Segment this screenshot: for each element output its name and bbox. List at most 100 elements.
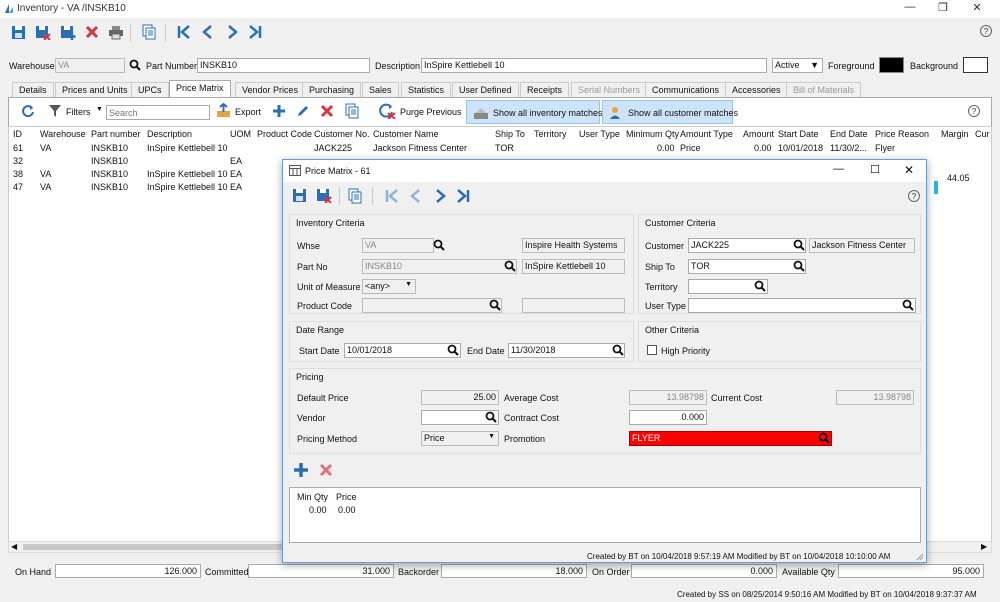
customer-search-icon[interactable] bbox=[793, 239, 805, 253]
resize-grip-icon[interactable] bbox=[916, 553, 924, 561]
start-date-search-icon[interactable] bbox=[447, 344, 459, 358]
part-no-field[interactable]: INSKB10 bbox=[362, 259, 517, 274]
column-header[interactable]: Price Reason bbox=[875, 129, 929, 139]
column-header[interactable]: Customer Name bbox=[373, 129, 439, 139]
tab-prices-and-units[interactable]: Prices and Units bbox=[55, 82, 135, 97]
status-select[interactable]: Active ▼ bbox=[772, 58, 823, 73]
column-header[interactable]: Start Date bbox=[778, 129, 819, 139]
copy-icon[interactable] bbox=[140, 23, 158, 41]
tab-accessories[interactable]: Accessories bbox=[725, 82, 788, 97]
warehouse-field[interactable]: VA bbox=[55, 58, 125, 73]
add-icon[interactable] bbox=[272, 104, 286, 120]
promotion-search-icon[interactable] bbox=[818, 432, 830, 446]
refresh-icon[interactable] bbox=[21, 104, 35, 120]
export-button[interactable]: Export bbox=[235, 107, 261, 117]
column-header[interactable]: Amount bbox=[743, 129, 774, 139]
column-header[interactable]: Part number bbox=[91, 129, 141, 139]
last-record-icon[interactable] bbox=[246, 23, 264, 41]
tab-upcs[interactable]: UPCs bbox=[131, 82, 169, 97]
next-record-icon[interactable] bbox=[223, 23, 241, 41]
tab-communications[interactable]: Communications bbox=[645, 82, 727, 97]
maximize-button[interactable]: ❐ bbox=[928, 1, 958, 17]
show-inventory-matches-toggle[interactable]: Show all inventory matches bbox=[466, 100, 603, 124]
dialog-first-icon[interactable] bbox=[385, 189, 399, 205]
background-color-swatch[interactable] bbox=[963, 57, 988, 73]
dialog-save-icon[interactable] bbox=[292, 188, 307, 205]
filters-button[interactable]: Filters bbox=[66, 107, 91, 117]
column-header[interactable]: User Type bbox=[579, 129, 620, 139]
search-input[interactable] bbox=[106, 105, 210, 120]
description-field[interactable]: InSpire Kettlebell 10 bbox=[421, 58, 767, 73]
tab-serial-numbers[interactable]: Serial Numbers bbox=[571, 82, 648, 97]
product-code-field[interactable] bbox=[362, 298, 502, 313]
scrollbar-thumb[interactable] bbox=[23, 544, 323, 550]
whse-field[interactable]: VA bbox=[362, 238, 434, 253]
tab-price-matrix[interactable]: Price Matrix bbox=[169, 80, 231, 97]
tab-user-defined[interactable]: User Defined bbox=[452, 82, 519, 97]
tab-sales[interactable]: Sales bbox=[362, 82, 399, 97]
print-icon[interactable] bbox=[107, 23, 125, 41]
filters-chevron-down-icon[interactable]: ▼ bbox=[96, 106, 103, 113]
tab-bill-of-materials[interactable]: Bill of Materials bbox=[786, 82, 862, 97]
column-header[interactable]: ID bbox=[13, 129, 22, 139]
ship-to-search-icon[interactable] bbox=[793, 260, 805, 274]
pricing-method-select[interactable]: Price ▼ bbox=[421, 431, 499, 446]
column-header[interactable]: Warehouse bbox=[40, 129, 86, 139]
grid-help-icon[interactable]: ? bbox=[968, 105, 980, 117]
ship-to-field[interactable]: TOR bbox=[688, 259, 806, 274]
column-header[interactable]: Product Code bbox=[257, 129, 312, 139]
column-header[interactable]: Minimum Qty bbox=[626, 129, 679, 139]
column-header[interactable]: Cur bbox=[975, 129, 990, 139]
export-icon[interactable] bbox=[216, 102, 231, 120]
purge-icon[interactable] bbox=[378, 103, 396, 121]
column-header[interactable]: Description bbox=[147, 129, 192, 139]
column-header[interactable]: Margin bbox=[941, 129, 969, 139]
vendor-search-icon[interactable] bbox=[485, 411, 497, 425]
high-priority-checkbox[interactable] bbox=[647, 345, 657, 355]
whse-search-icon[interactable] bbox=[433, 239, 445, 253]
user-type-field[interactable] bbox=[688, 298, 916, 313]
territory-search-icon[interactable] bbox=[754, 280, 766, 294]
uom-select[interactable]: <any> ▼ bbox=[362, 279, 416, 294]
dialog-next-icon[interactable] bbox=[433, 189, 447, 205]
column-header[interactable]: Amount Type bbox=[680, 129, 733, 139]
previous-record-icon[interactable] bbox=[199, 23, 217, 41]
purge-previous-button[interactable]: Purge Previous bbox=[400, 107, 462, 117]
tab-vendor-prices[interactable]: Vendor Prices bbox=[235, 82, 306, 97]
part-number-field[interactable]: INSKB10 bbox=[197, 58, 370, 73]
end-date-search-icon[interactable] bbox=[612, 344, 624, 358]
column-header[interactable]: End Date bbox=[830, 129, 868, 139]
edit-icon[interactable] bbox=[296, 104, 310, 120]
scroll-left-icon[interactable]: ◀ bbox=[11, 542, 17, 551]
tab-statistics[interactable]: Statistics bbox=[401, 82, 452, 97]
promotion-field[interactable]: FLYER bbox=[629, 431, 832, 446]
customer-field[interactable]: JACK225 bbox=[688, 238, 806, 253]
dialog-copy-icon[interactable] bbox=[347, 188, 363, 206]
show-customer-matches-toggle[interactable]: Show all customer matches bbox=[602, 100, 738, 124]
product-code-search-icon[interactable] bbox=[489, 299, 501, 313]
dialog-help-icon[interactable]: ? bbox=[908, 190, 920, 202]
column-header[interactable]: UOM bbox=[230, 129, 251, 139]
copy-row-icon[interactable] bbox=[344, 103, 360, 121]
delete-row-icon[interactable] bbox=[320, 104, 334, 120]
tab-details[interactable]: Details bbox=[12, 82, 54, 97]
table-row[interactable]: 61 VA INSKB10 InSpire Kettlebell 10 JACK… bbox=[9, 142, 991, 155]
dialog-save-close-icon[interactable] bbox=[316, 188, 332, 205]
filter-icon[interactable] bbox=[48, 104, 62, 120]
save-close-icon[interactable] bbox=[34, 23, 52, 41]
end-date-field[interactable]: 11/30/2018 bbox=[508, 343, 625, 358]
tab-purchasing[interactable]: Purchasing bbox=[302, 82, 362, 97]
tab-receipts[interactable]: Receipts bbox=[520, 82, 570, 97]
help-icon[interactable]: ? bbox=[980, 25, 992, 37]
save-icon[interactable] bbox=[9, 23, 27, 41]
qty-header-price[interactable]: Price bbox=[336, 492, 357, 502]
save-new-icon[interactable] bbox=[59, 23, 77, 41]
minimize-button[interactable]: — bbox=[895, 1, 925, 17]
warehouse-search-icon[interactable] bbox=[129, 59, 141, 73]
column-header[interactable]: Customer No. bbox=[314, 129, 370, 139]
delete-qty-row-icon[interactable] bbox=[319, 463, 333, 479]
foreground-color-swatch[interactable] bbox=[879, 57, 904, 73]
dialog-previous-icon[interactable] bbox=[409, 189, 423, 205]
column-header[interactable]: Territory bbox=[534, 129, 567, 139]
user-type-search-icon[interactable] bbox=[902, 299, 914, 313]
